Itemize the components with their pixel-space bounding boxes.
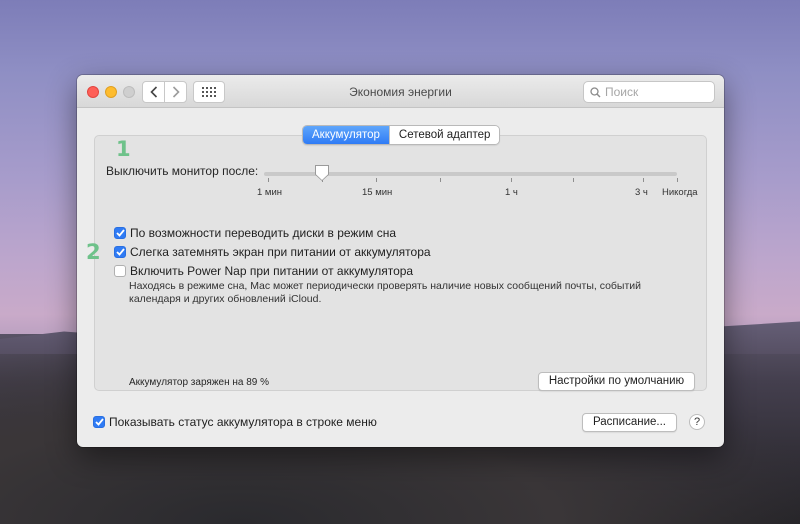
slider-tick xyxy=(677,178,678,182)
schedule-button[interactable]: Расписание... xyxy=(582,413,677,432)
checkbox-power-nap[interactable] xyxy=(114,265,126,277)
tick-label-1min: 1 мин xyxy=(257,187,283,198)
search-field[interactable] xyxy=(583,81,715,103)
energy-saver-window: Экономия энергии Аккумулятор Сетевой ада… xyxy=(77,75,724,447)
tick-label-15min: 15 мин xyxy=(362,187,393,198)
slider-tick xyxy=(643,178,644,182)
search-input[interactable] xyxy=(605,85,705,99)
tick-label-3h: 3 ч xyxy=(635,187,648,198)
checkmark-icon xyxy=(94,418,104,426)
annotation-number-1: 1 xyxy=(116,137,131,161)
search-icon xyxy=(590,86,601,97)
checkbox-dim-display[interactable] xyxy=(114,246,126,258)
tab-bar: Аккумулятор Сетевой адаптер xyxy=(302,125,501,145)
slider-tick xyxy=(511,178,512,182)
show-battery-status-label[interactable]: Показывать статус аккумулятора в строке … xyxy=(109,415,377,429)
power-nap-description: Находясь в режиме сна, Mac может периоди… xyxy=(129,280,642,305)
help-button[interactable]: ? xyxy=(689,414,705,430)
slider-tick xyxy=(376,178,377,182)
restore-defaults-button[interactable]: Настройки по умолчанию xyxy=(538,372,695,391)
checkmark-icon xyxy=(115,229,125,237)
titlebar: Экономия энергии xyxy=(77,75,724,108)
battery-status: Аккумулятор заряжен на 89 % xyxy=(129,377,270,388)
power-nap-label[interactable]: Включить Power Nap при питании от аккуму… xyxy=(130,264,413,278)
checkbox-disk-sleep[interactable] xyxy=(114,227,126,239)
slider-tick xyxy=(440,178,441,182)
slider-tick xyxy=(268,178,269,182)
tick-label-never: Никогда xyxy=(662,187,698,198)
checkmark-icon xyxy=(115,248,125,256)
annotation-number-2: 2 xyxy=(86,240,101,264)
display-sleep-label: Выключить монитор после: xyxy=(106,164,259,178)
tab-power-adapter[interactable]: Сетевой адаптер xyxy=(388,126,500,144)
slider-tick xyxy=(573,178,574,182)
tick-label-1h: 1 ч xyxy=(505,187,518,198)
checkbox-show-battery-status[interactable] xyxy=(93,416,105,428)
tab-battery[interactable]: Аккумулятор xyxy=(303,126,389,144)
dim-display-label[interactable]: Слегка затемнять экран при питании от ак… xyxy=(130,245,431,259)
disk-sleep-label[interactable]: По возможности переводить диски в режим … xyxy=(130,226,396,240)
